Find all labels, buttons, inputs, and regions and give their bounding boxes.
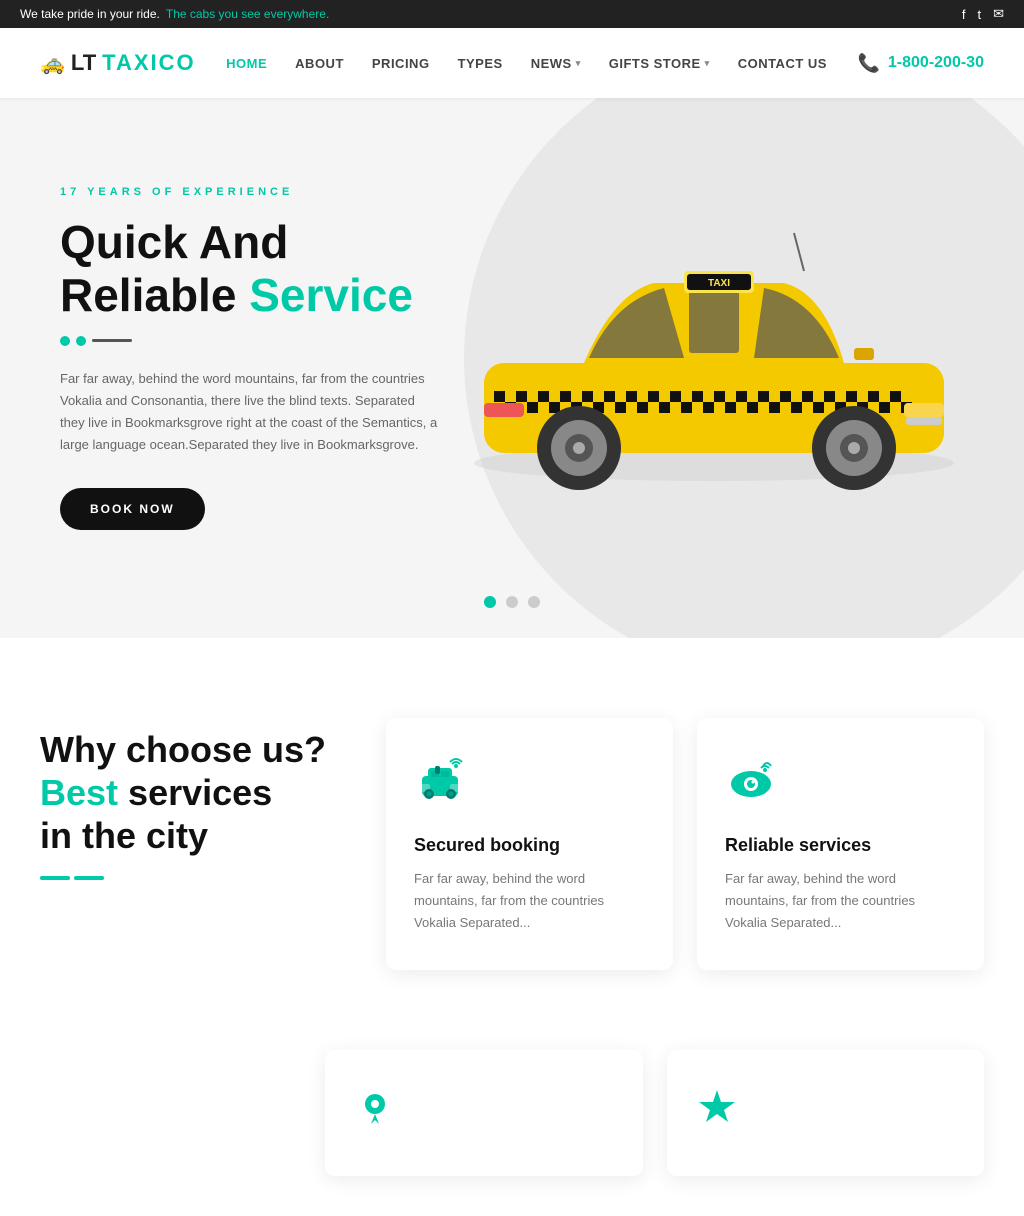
nav-news[interactable]: NEWS ▾ (531, 56, 581, 71)
top-bar-text-highlight: The cabs you see everywhere. (166, 7, 329, 21)
header: 🚕 LT TAXICO HOME ABOUT PRICING TYPES NEW… (0, 28, 1024, 98)
features-title-accent: Best (40, 772, 118, 813)
phone-icon: 📞 (857, 53, 879, 74)
logo[interactable]: 🚕 LT TAXICO (40, 50, 196, 76)
nav-about[interactable]: ABOUT (295, 56, 344, 71)
features-left-spacer (40, 1050, 301, 1176)
nav-gifts-store[interactable]: GIFTS STORE ▾ (609, 56, 710, 71)
logo-lt: LT (71, 50, 96, 76)
divider-dot1 (60, 336, 70, 346)
top-bar-message: We take pride in your ride. The cabs you… (20, 7, 329, 21)
slider-dot-2[interactable] (506, 596, 518, 608)
hero-divider (60, 336, 440, 346)
feature-card-reliable: Reliable services Far far away, behind t… (697, 718, 984, 970)
features-bottom-row (0, 1050, 1024, 1216)
reliable-eye-icon (725, 754, 956, 817)
header-phone[interactable]: 📞 1-800-200-30 (857, 53, 984, 74)
phone-number: 1-800-200-30 (888, 54, 984, 72)
features-divider-line1 (40, 876, 70, 880)
chevron-down-icon: ▾ (576, 58, 581, 69)
svg-text:TAXI: TAXI (708, 278, 730, 289)
slider-dot-3[interactable] (528, 596, 540, 608)
email-icon[interactable]: ✉ (993, 6, 1004, 22)
top-bar-social-icons: f t ✉ (962, 6, 1004, 22)
features-heading: Why choose us? Best services in the city (40, 718, 326, 880)
facebook-icon[interactable]: f (962, 7, 966, 22)
feature-desc-reliable: Far far away, behind the word mountains,… (725, 868, 956, 934)
feature-card-partial-2 (667, 1050, 984, 1176)
features-divider (40, 876, 326, 880)
feature-desc-secured: Far far away, behind the word mountains,… (414, 868, 645, 934)
taxi-svg: TAXI (424, 153, 1004, 513)
features-title-line4: in the city (40, 815, 208, 856)
chevron-down-icon-gifts: ▾ (705, 58, 710, 69)
star-icon (695, 1086, 956, 1140)
feature-title-reliable: Reliable services (725, 835, 956, 856)
slider-dot-1[interactable] (484, 596, 496, 608)
taxi-booking-icon (414, 754, 645, 817)
hero-title-accent: Service (249, 269, 413, 321)
logo-taxico: TAXICO (102, 50, 195, 76)
top-bar: We take pride in your ride. The cabs you… (0, 0, 1024, 28)
feature-card-partial-1 (325, 1050, 642, 1176)
book-now-button[interactable]: BOOK NOW (60, 488, 205, 530)
divider-dot2 (76, 336, 86, 346)
hero-car-illustration: TAXI (424, 153, 1004, 518)
hero-content: 17 YEARS OF EXPERIENCE Quick And Reliabl… (60, 186, 440, 530)
features-divider-line2 (74, 876, 104, 880)
features-section: Why choose us? Best services in the city (0, 638, 1024, 1050)
twitter-icon[interactable]: t (977, 7, 981, 22)
feature-title-secured: Secured booking (414, 835, 645, 856)
nav-pricing[interactable]: PRICING (372, 56, 430, 71)
hero-title-line2-normal: Reliable (60, 269, 236, 321)
hero-experience-label: 17 YEARS OF EXPERIENCE (60, 186, 440, 198)
hero-description: Far far away, behind the word mountains,… (60, 368, 440, 456)
logo-taxi-icon: 🚕 (40, 51, 65, 76)
divider-line (92, 339, 132, 342)
feature-card-secured-booking: Secured booking Far far away, behind the… (386, 718, 673, 970)
hero-title: Quick And Reliable Service (60, 216, 440, 322)
nav-home[interactable]: HOME (226, 56, 267, 71)
features-title-line1: Why choose us? (40, 729, 326, 770)
map-icon (353, 1086, 614, 1140)
main-nav: HOME ABOUT PRICING TYPES NEWS ▾ GIFTS ST… (226, 56, 827, 71)
features-title: Why choose us? Best services in the city (40, 728, 326, 858)
hero-title-line1: Quick And (60, 216, 288, 268)
top-bar-text-prefix: We take pride in your ride. (20, 7, 160, 21)
features-grid: Secured booking Far far away, behind the… (386, 718, 984, 970)
features-title-line3: services (128, 772, 272, 813)
nav-types[interactable]: TYPES (458, 56, 503, 71)
nav-contact-us[interactable]: CONTACT US (738, 56, 827, 71)
slider-dots (484, 596, 540, 608)
hero-section: 17 YEARS OF EXPERIENCE Quick And Reliabl… (0, 98, 1024, 638)
